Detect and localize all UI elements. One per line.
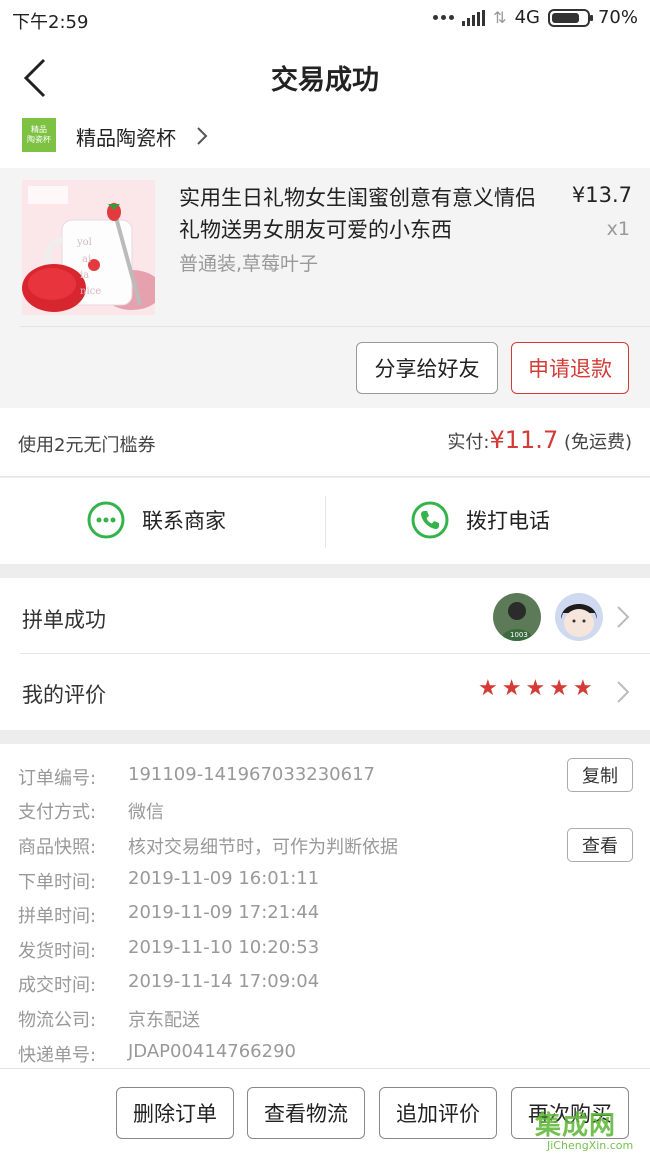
chevron-right-icon[interactable] [616, 680, 630, 704]
detail-value: 微信 [128, 802, 164, 823]
chevron-right-icon[interactable] [616, 605, 630, 629]
svg-text:ia: ia [80, 270, 89, 281]
divider [325, 496, 326, 548]
divider [0, 476, 650, 477]
product-quantity: x1 [606, 218, 630, 240]
detail-value: 核对交易细节时，可作为判断依据 [128, 837, 398, 858]
detail-row: 发货时间: 2019-11-10 10:20:53 [18, 937, 319, 963]
site-watermark: 集成网 JiChengXin.com [533, 1103, 650, 1155]
svg-text:1003: 1003 [510, 631, 528, 639]
detail-row: 物流公司: 京东配送 [18, 1006, 200, 1032]
my-review-label[interactable]: 我的评价 [22, 679, 106, 709]
avatar[interactable]: 1003 [493, 593, 541, 641]
watermark-title: 集成网 [535, 1111, 617, 1141]
detail-key: 拼单时间: [18, 906, 97, 927]
shipping-note: (免运费) [563, 432, 632, 453]
detail-row: 订单编号: 191109-141967033230617 [18, 764, 375, 790]
contact-merchant-button[interactable]: 联系商家 [86, 500, 226, 540]
svg-text:yol: yol [76, 237, 92, 248]
detail-key: 成交时间: [18, 975, 97, 996]
product-title[interactable]: 实用生日礼物女生闺蜜创意有意义情侣礼物送男女朋友可爱的小东西 [179, 182, 549, 246]
detail-value: 2019-11-10 10:20:53 [128, 937, 320, 958]
detail-row: 下单时间: 2019-11-09 16:01:11 [18, 868, 319, 894]
detail-key: 下单时间: [18, 872, 97, 893]
battery-icon [547, 8, 593, 27]
detail-row: 成交时间: 2019-11-14 17:09:04 [18, 971, 319, 997]
more-dots-icon [433, 15, 455, 20]
star-icon: ★ [525, 676, 546, 701]
detail-key: 支付方式: [18, 802, 97, 823]
tracking-number: JDAP00414766290 [128, 1041, 296, 1062]
detail-row: 拼单时间: 2019-11-09 17:21:44 [18, 902, 319, 928]
avatar-image-1: 1003 [493, 593, 541, 641]
phone-icon [411, 501, 449, 539]
group-success-label[interactable]: 拼单成功 [22, 604, 106, 634]
avatar-image-2 [555, 593, 603, 641]
page-header: 交易成功 精品 陶瓷杯 精品陶瓷杯 [0, 40, 650, 168]
shop-name[interactable]: 精品陶瓷杯 [76, 122, 176, 151]
shop-logo-text: 精品 陶瓷杯 [27, 125, 51, 144]
detail-row: 支付方式: 微信 [18, 798, 164, 824]
add-review-button[interactable]: 追加评价 [379, 1087, 497, 1139]
detail-row: 商品快照: 核对交易细节时，可作为判断依据 [18, 833, 398, 859]
group-review-section: 拼单成功 1003 我的评价 ★ ★ ★ ★ ★ [0, 578, 650, 730]
contact-merchant-label: 联系商家 [142, 509, 226, 533]
paid-amount-row: 实付:¥11.7 (免运费) [447, 426, 632, 454]
divider [20, 653, 650, 654]
order-details: 订单编号: 191109-141967033230617 复制 支付方式: 微信 商… [0, 744, 650, 1068]
avatar[interactable] [555, 593, 603, 641]
svg-text:nice: nice [80, 286, 101, 297]
chevron-right-icon[interactable] [196, 126, 208, 146]
shop-logo[interactable]: 精品 陶瓷杯 [22, 118, 56, 152]
coupon-text: 使用2元无门槛券 [18, 435, 156, 456]
detail-value: 2019-11-09 17:21:44 [128, 902, 320, 923]
star-icon: ★ [478, 676, 498, 701]
copy-button[interactable]: 复制 [567, 758, 633, 792]
paid-label: 实付: [447, 432, 490, 453]
status-icons: ⇅ 4G 70% [433, 7, 638, 28]
share-button[interactable]: 分享给好友 [356, 342, 498, 394]
detail-key: 发货时间: [18, 941, 97, 962]
product-spec: 普通装,草莓叶子 [179, 253, 319, 275]
detail-row: 快递单号: JDAP00414766290 [18, 1041, 296, 1067]
detail-value: 京东配送 [128, 1010, 200, 1031]
star-icon: ★ [549, 676, 569, 701]
mug-illustration: yol ai ia nice [22, 180, 155, 315]
detail-value: 2019-11-09 16:01:11 [128, 868, 320, 889]
contact-bar: 联系商家 拨打电话 [0, 478, 650, 564]
view-logistics-button[interactable]: 查看物流 [247, 1087, 365, 1139]
watermark-site: JiChengXin.com [547, 1139, 634, 1152]
divider [20, 326, 650, 327]
star-icon: ★ [501, 676, 522, 701]
data-arrows-icon: ⇅ [493, 8, 507, 27]
product-image[interactable]: yol ai ia nice [22, 180, 155, 315]
detail-key: 商品快照: [18, 837, 97, 858]
detail-key: 物流公司: [18, 1010, 97, 1031]
paid-amount: ¥11.7 [489, 426, 559, 454]
view-snapshot-button[interactable]: 查看 [567, 828, 633, 862]
product-price: ¥13.7 [571, 183, 632, 207]
battery-level: 70% [597, 7, 638, 28]
status-bar: 下午2:59 ⇅ 4G 70% [0, 0, 650, 40]
refund-button[interactable]: 申请退款 [511, 342, 629, 394]
delete-order-button[interactable]: 删除订单 [116, 1087, 234, 1139]
rating-stars: ★ ★ ★ ★ ★ [478, 677, 593, 701]
product-card[interactable]: yol ai ia nice 实用生日礼物女生闺蜜创意有意义情侣礼物送男女朋友可… [0, 168, 650, 408]
star-icon: ★ [572, 676, 593, 701]
call-phone-label: 拨打电话 [466, 509, 550, 533]
network-type: 4G [514, 7, 540, 28]
page-title: 交易成功 [271, 65, 379, 96]
detail-key: 订单编号: [18, 768, 97, 789]
detail-value: 2019-11-14 17:09:04 [128, 971, 320, 992]
order-number: 191109-141967033230617 [128, 764, 375, 785]
call-phone-button[interactable]: 拨打电话 [410, 500, 550, 540]
chat-icon [87, 501, 125, 539]
payment-summary: 使用2元无门槛券 实付:¥11.7 (免运费) [0, 408, 650, 476]
signal-icon [462, 9, 486, 26]
svg-text:ai: ai [82, 254, 91, 265]
status-time: 下午2:59 [12, 12, 89, 33]
detail-key: 快递单号: [18, 1045, 97, 1066]
